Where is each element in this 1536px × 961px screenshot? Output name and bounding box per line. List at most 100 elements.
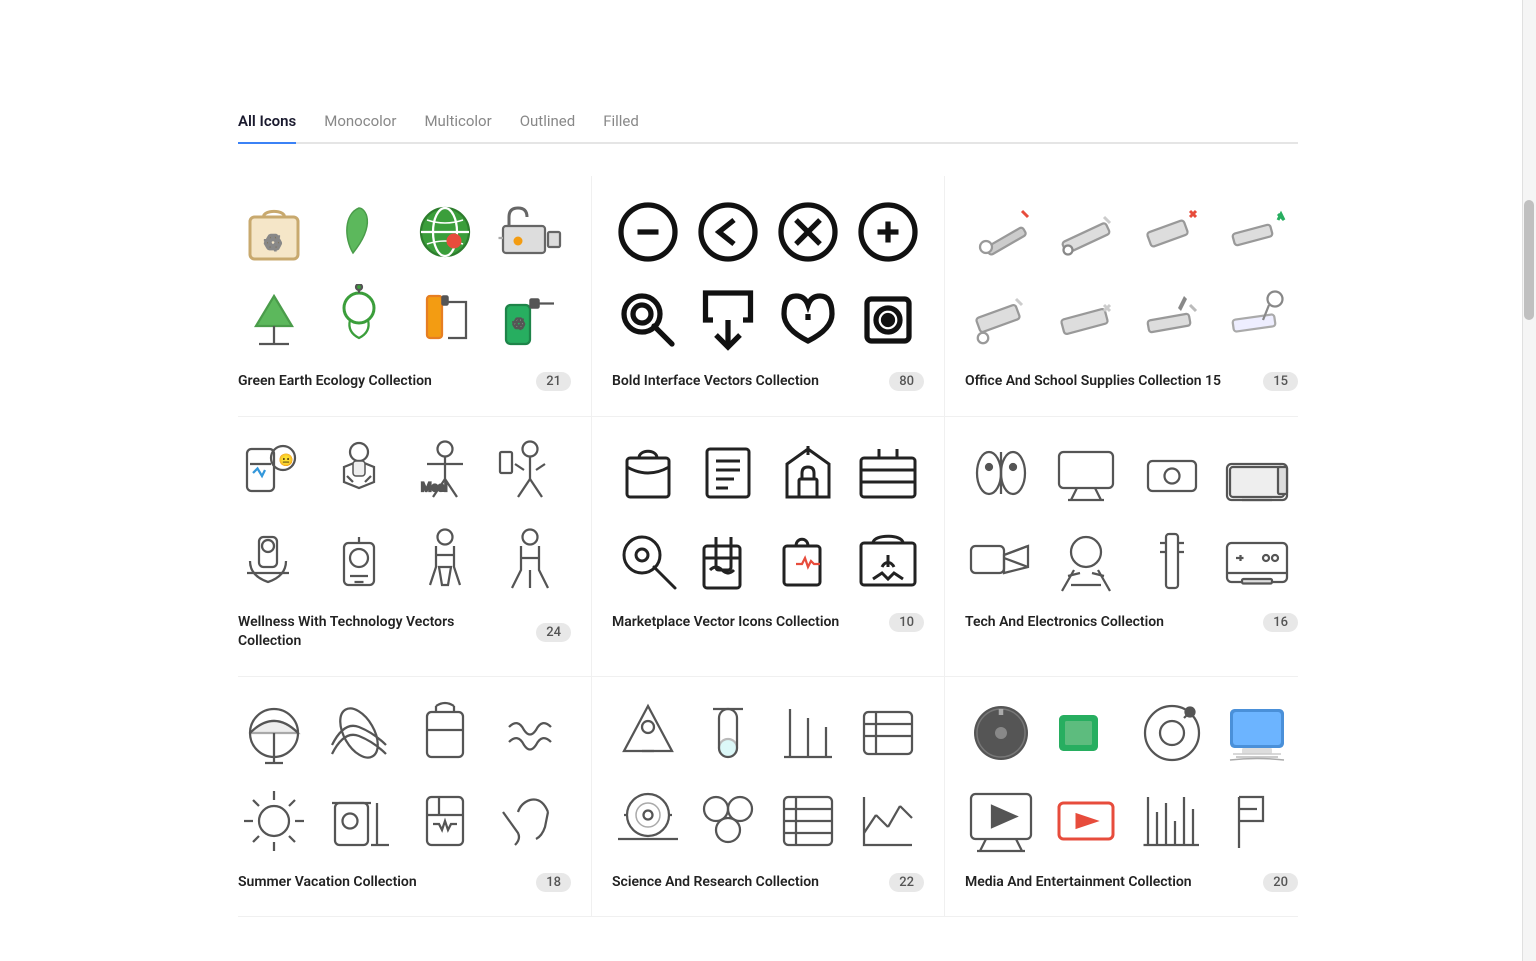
collection-name: Wellness With Technology Vectors Collect… xyxy=(238,613,518,652)
collection-icon xyxy=(852,785,924,857)
collection-icon xyxy=(1050,785,1122,857)
collection-icon xyxy=(494,525,566,597)
collection-card-office-school[interactable]: Office And School Supplies Collection 15… xyxy=(945,176,1298,417)
tab-outlined[interactable]: Outlined xyxy=(520,104,576,144)
collection-icon xyxy=(965,785,1037,857)
collection-icon xyxy=(1050,284,1122,356)
collection-icon xyxy=(612,785,684,857)
collection-icon xyxy=(612,525,684,597)
collection-icon xyxy=(409,525,481,597)
collection-icon xyxy=(965,697,1037,769)
collection-count: 15 xyxy=(1263,372,1298,391)
collection-icon xyxy=(612,196,684,268)
scrollbar[interactable] xyxy=(1522,0,1536,961)
collection-icon xyxy=(1221,785,1293,857)
collection-count: 80 xyxy=(889,372,924,391)
collection-count: 16 xyxy=(1263,613,1298,632)
collection-icon xyxy=(612,697,684,769)
collection-icon xyxy=(1221,525,1293,597)
tab-multi[interactable]: Multicolor xyxy=(424,104,491,144)
collection-icon xyxy=(494,697,566,769)
svg-text:♻: ♻ xyxy=(264,232,283,256)
tab-all[interactable]: All Icons xyxy=(238,104,296,144)
scrollbar-thumb[interactable] xyxy=(1524,200,1534,320)
collection-icon xyxy=(772,196,844,268)
collection-icon xyxy=(323,785,395,857)
collection-icon xyxy=(1221,196,1293,268)
collection-card-bold-interface[interactable]: Bold Interface Vectors Collection 80 xyxy=(591,176,945,417)
collection-icon xyxy=(1221,437,1293,509)
collection-name: Office And School Supplies Collection 15 xyxy=(965,372,1221,392)
collection-icon xyxy=(612,437,684,509)
collection-icon xyxy=(692,196,764,268)
collection-icon xyxy=(852,437,924,509)
collection-icon xyxy=(692,697,764,769)
collection-name: Science And Research Collection xyxy=(612,873,819,893)
collection-icon xyxy=(238,525,310,597)
collection-card-marketplace[interactable]: Marketplace Vector Icons Collection10 xyxy=(591,417,945,677)
collection-icon xyxy=(772,437,844,509)
collection-icon: 😐 xyxy=(238,437,310,509)
collection-icon xyxy=(238,284,310,356)
collection-name: Bold Interface Vectors Collection xyxy=(612,372,819,392)
collection-icon xyxy=(1136,785,1208,857)
collection-icon xyxy=(965,196,1037,268)
collection-icon xyxy=(852,196,924,268)
svg-text:Meal: Meal xyxy=(421,480,447,494)
collection-icon xyxy=(409,196,481,268)
collection-icon xyxy=(1050,697,1122,769)
collection-icon xyxy=(323,196,395,268)
collection-icon xyxy=(772,697,844,769)
collection-icon xyxy=(238,785,310,857)
collection-icon xyxy=(409,697,481,769)
collection-icon xyxy=(1050,196,1122,268)
collection-icon xyxy=(1221,697,1293,769)
collection-icon xyxy=(772,284,844,356)
collection-name: Tech And Electronics Collection xyxy=(965,613,1164,633)
collection-icon xyxy=(1136,284,1208,356)
page-subtitle xyxy=(238,52,1298,76)
collection-count: 21 xyxy=(536,372,571,391)
collection-icon: ♻ xyxy=(238,196,310,268)
collection-name: Green Earth Ecology Collection xyxy=(238,372,432,392)
collection-icon xyxy=(852,525,924,597)
collection-card-media[interactable]: Media And Entertainment Collection20 xyxy=(945,677,1298,918)
collection-card-science[interactable]: Science And Research Collection 22 xyxy=(591,677,945,918)
collection-icon xyxy=(323,525,395,597)
collection-count: 18 xyxy=(536,873,571,892)
collection-icon xyxy=(1136,697,1208,769)
collection-count: 22 xyxy=(889,873,924,892)
collection-icon xyxy=(1136,437,1208,509)
collection-icon xyxy=(612,284,684,356)
page-wrapper: All Icons Monocolor Multicolor Outlined Fill… xyxy=(78,0,1458,957)
collection-icon xyxy=(494,196,566,268)
tabs-bar: All Icons Monocolor Multicolor Outlined Fill… xyxy=(238,104,1298,144)
collection-icon xyxy=(323,697,395,769)
collection-icon xyxy=(1050,437,1122,509)
collection-icon xyxy=(1221,284,1293,356)
collection-icon xyxy=(494,437,566,509)
collection-card-tech-electronics[interactable]: Tech And Electronics Collection 16 xyxy=(945,417,1298,677)
svg-text:♻: ♻ xyxy=(512,315,525,333)
tab-mono[interactable]: Monocolor xyxy=(324,104,396,144)
tab-filled[interactable]: Filled xyxy=(603,104,639,144)
collection-icon: ♻ xyxy=(494,284,566,356)
collection-card-wellness-tech[interactable]: 😐 Meal xyxy=(238,417,591,677)
collection-count: 24 xyxy=(536,623,571,642)
collection-icon xyxy=(323,284,395,356)
collection-icon xyxy=(1136,196,1208,268)
collection-icon xyxy=(1136,525,1208,597)
collection-card-green-earth[interactable]: ♻ xyxy=(238,176,591,417)
collection-icon xyxy=(772,525,844,597)
collection-name: Media And Entertainment Collection xyxy=(965,873,1192,893)
svg-text:😐: 😐 xyxy=(279,453,294,467)
collection-icon xyxy=(965,525,1037,597)
collection-icon xyxy=(1050,525,1122,597)
collection-card-summer[interactable]: Summer Vacation Collection18 xyxy=(238,677,591,918)
collection-count: 10 xyxy=(889,613,924,632)
collection-icon xyxy=(409,785,481,857)
collection-icon xyxy=(692,785,764,857)
collection-icon xyxy=(692,437,764,509)
collection-icon: Meal xyxy=(409,437,481,509)
collection-icon xyxy=(965,437,1037,509)
